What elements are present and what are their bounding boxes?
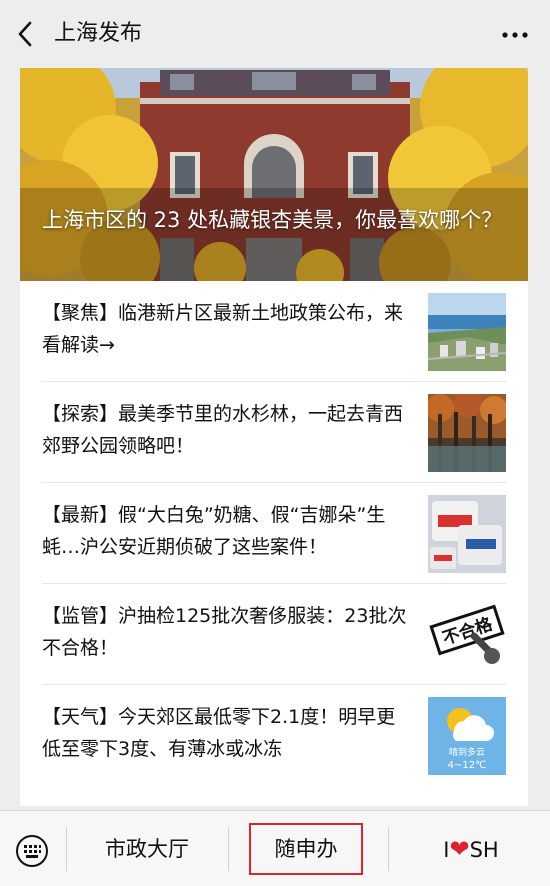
list-item[interactable]: 【天气】今天郊区最低零下2.1度！明早更低至零下3度、有薄冰或冰冻 晴到多云 4… [20, 685, 528, 786]
article-title: 【天气】今天郊区最低零下2.1度！明早更低至零下3度、有薄冰或冰冻 [42, 706, 396, 760]
list-item[interactable]: 【探索】最美季节里的水杉林，一起去青西郊野公园领略吧！ [20, 382, 528, 483]
weather-temp: 4~12℃ [448, 760, 487, 771]
keyboard-icon [16, 835, 48, 867]
metasequoia-forest-thumbnail [428, 394, 506, 472]
article-title: 【聚焦】临港新片区最新土地政策公布，来看解读→ [42, 302, 404, 356]
list-item[interactable]: 【最新】假“大白兔”奶糖、假“吉娜朵”生蚝…沪公安近期侦破了这些案件！ [20, 483, 528, 584]
article-title: 【监管】沪抽检125批次奢侈服装：23批次不合格！ [42, 605, 407, 659]
menu-suishenban[interactable]: 随申办 [249, 823, 363, 875]
article-card: 上海市区的 23 处私藏银杏美景，你最喜欢哪个？ 【聚焦】临港新片区最新土地政策… [20, 68, 528, 806]
heart-icon: ❤ [449, 835, 470, 863]
more-options-button[interactable] [500, 24, 530, 46]
weather-thumbnail: 晴到多云 4~12℃ [428, 697, 506, 775]
keyboard-toggle-button[interactable] [14, 835, 50, 867]
back-button[interactable] [12, 18, 42, 50]
bottom-menu-bar: 市政大厅 随申办 I❤SH [0, 810, 550, 886]
menu-i-love-sh-suffix: SH [469, 838, 499, 862]
aerial-city-thumbnail [428, 293, 506, 371]
list-item[interactable]: 【监管】沪抽检125批次奢侈服装：23批次不合格！ 不合格 [20, 584, 528, 685]
chevron-left-icon [18, 21, 32, 47]
menu-separator [388, 827, 389, 871]
page-title: 上海发布 [54, 21, 143, 46]
hero-article[interactable]: 上海市区的 23 处私藏银杏美景，你最喜欢哪个？ [20, 68, 528, 281]
white-rabbit-candy-thumbnail [428, 495, 506, 573]
article-title: 【探索】最美季节里的水杉林，一起去青西郊野公园领略吧！ [42, 403, 404, 457]
article-title: 【最新】假“大白兔”奶糖、假“吉娜朵”生蚝…沪公安近期侦破了这些案件！ [42, 504, 386, 558]
hero-title: 上海市区的 23 处私藏银杏美景，你最喜欢哪个？ [42, 208, 503, 232]
list-item[interactable]: 【聚焦】临港新片区最新土地政策公布，来看解读→ [20, 281, 528, 382]
ginkgo-building-image [20, 68, 528, 281]
menu-municipal-hall[interactable]: 市政大厅 [70, 825, 224, 873]
more-dots-icon [502, 32, 528, 38]
menu-separator [66, 827, 67, 871]
menu-i-love-sh[interactable]: I❤SH [392, 825, 550, 873]
unqualified-stamp-thumbnail: 不合格 [428, 596, 506, 674]
menu-separator [228, 827, 229, 871]
top-bar: 上海发布 [0, 0, 550, 68]
weather-desc: 晴到多云 [449, 746, 485, 758]
